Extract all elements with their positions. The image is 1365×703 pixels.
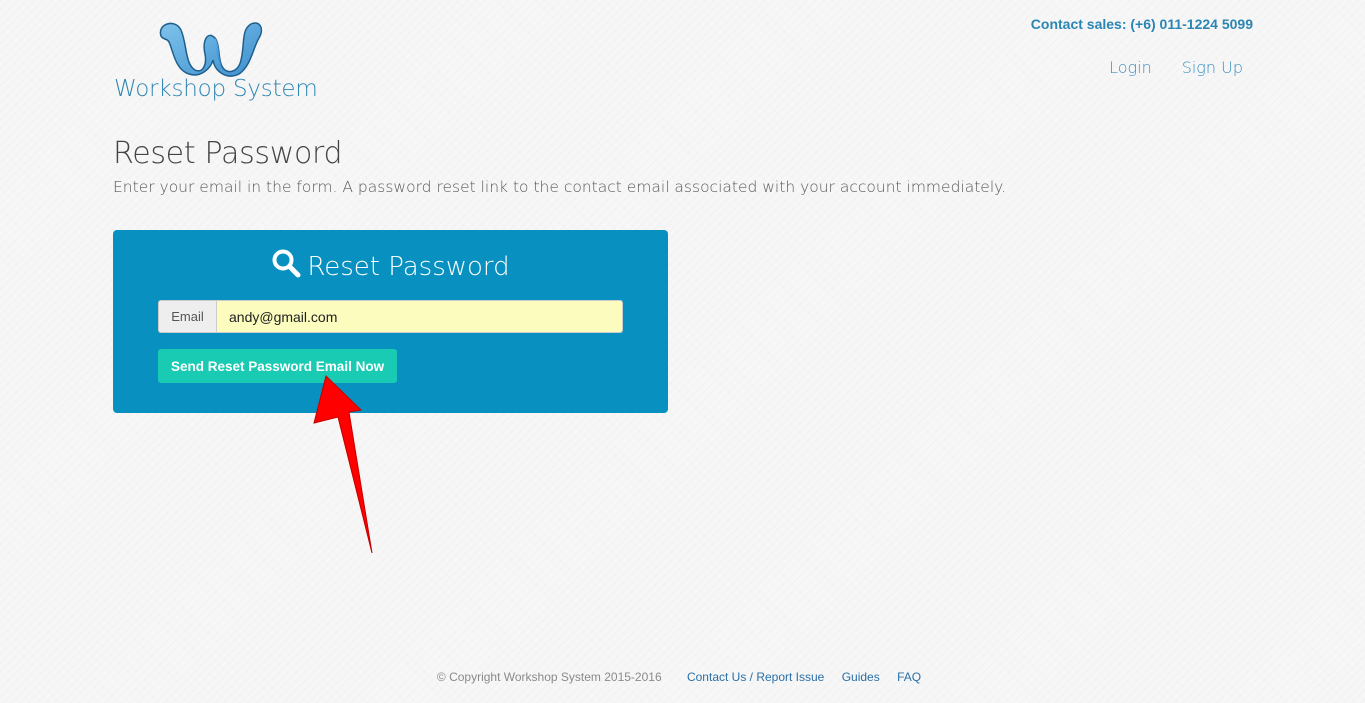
reset-password-card: Reset Password Email Send Reset Password… (113, 230, 668, 413)
card-title-text: Reset Password (307, 252, 510, 282)
faq-link[interactable]: FAQ (897, 670, 921, 684)
login-link[interactable]: Login (1109, 58, 1152, 77)
top-nav: Login Sign Up (1109, 58, 1243, 77)
page-subtitle: Enter your email in the form. A password… (113, 178, 1007, 196)
email-field[interactable] (216, 300, 623, 333)
footer: © Copyright Workshop System 2015-2016 Co… (0, 670, 1365, 684)
logo-text: Workshop System (114, 76, 318, 102)
email-label: Email (158, 300, 216, 333)
email-input-group: Email (158, 300, 623, 333)
copyright-text: © Copyright Workshop System 2015-2016 (436, 670, 662, 684)
card-title: Reset Password (113, 248, 668, 282)
send-reset-email-button[interactable]: Send Reset Password Email Now (158, 349, 398, 383)
contact-us-link[interactable]: Contact Us / Report Issue (687, 670, 824, 684)
guides-link[interactable]: Guides (842, 670, 880, 684)
search-icon (272, 249, 301, 278)
signup-link[interactable]: Sign Up (1182, 58, 1243, 77)
contact-sales: Contact sales: (+6) 011-1224 5099 (1030, 16, 1253, 32)
logo[interactable]: Workshop System (113, 16, 323, 108)
page-title: Reset Password (113, 136, 343, 171)
logo-mark-icon (159, 22, 263, 77)
